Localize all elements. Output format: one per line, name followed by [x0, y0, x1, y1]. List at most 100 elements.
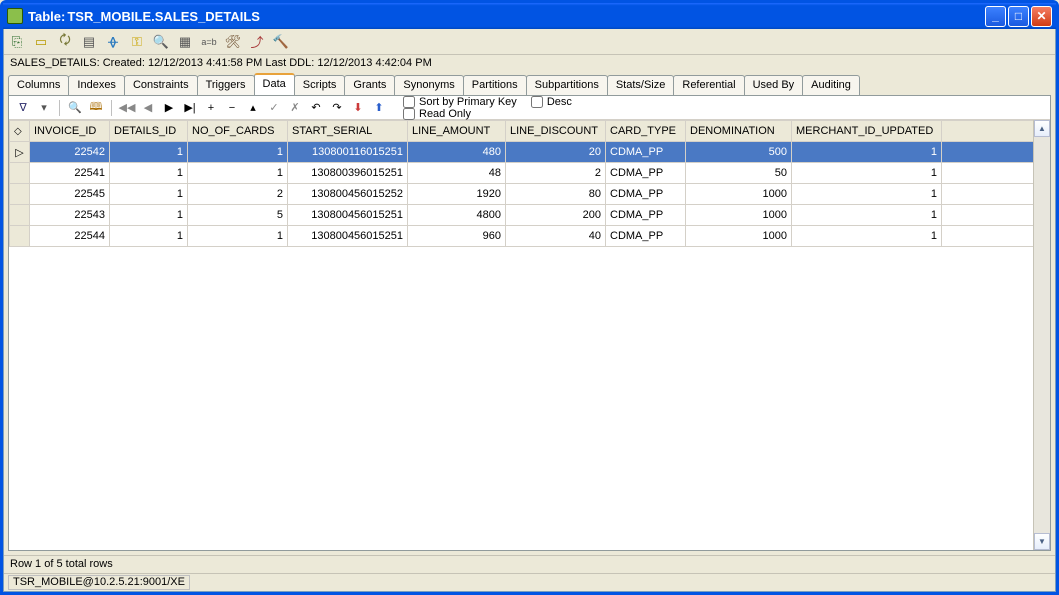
cell[interactable]: CDMA_PP	[606, 226, 686, 247]
column-header-no_of_cards[interactable]: NO_OF_CARDS	[188, 121, 288, 142]
dt-remove-icon[interactable]: −	[224, 100, 240, 116]
cell[interactable]: 1000	[686, 184, 792, 205]
column-header-denomination[interactable]: DENOMINATION	[686, 121, 792, 142]
dt-add-icon[interactable]: +	[203, 100, 219, 116]
column-header-line_amount[interactable]: LINE_AMOUNT	[408, 121, 506, 142]
dt-bookmark-icon[interactable]: 🕮	[88, 100, 104, 116]
cell[interactable]: 48	[408, 163, 506, 184]
tb-relations-icon[interactable]: ᚖ	[104, 33, 122, 51]
tb-build-icon[interactable]: 🔨	[272, 33, 290, 51]
dt-prev-icon[interactable]: ◀	[140, 100, 156, 116]
tab-partitions[interactable]: Partitions	[463, 75, 527, 95]
cell[interactable]: CDMA_PP	[606, 184, 686, 205]
cell[interactable]: 1	[188, 226, 288, 247]
cell[interactable]: 1	[110, 142, 188, 163]
dt-next-icon[interactable]: ▶|	[182, 100, 198, 116]
cell[interactable]: 480	[408, 142, 506, 163]
cell[interactable]: 2	[188, 184, 288, 205]
table-row[interactable]: 2254512130800456015252192080CDMA_PP10001	[10, 184, 1034, 205]
dt-view-icon[interactable]: 🔍	[67, 100, 83, 116]
data-grid[interactable]: ◇INVOICE_IDDETAILS_IDNO_OF_CARDSSTART_SE…	[9, 120, 1033, 247]
cell[interactable]: 1	[792, 142, 942, 163]
cell[interactable]: 1	[110, 163, 188, 184]
sort-by-pk-checkbox[interactable]: Sort by Primary Key	[403, 96, 517, 108]
tb-tools-icon[interactable]: 🛠	[224, 33, 242, 51]
vertical-scrollbar[interactable]: ▲ ▼	[1033, 120, 1050, 550]
tab-synonyms[interactable]: Synonyms	[394, 75, 463, 95]
cell[interactable]: 2	[506, 163, 606, 184]
cell[interactable]: 22542	[30, 142, 110, 163]
column-header-merchant_id_updated[interactable]: MERCHANT_ID_UPDATED	[792, 121, 942, 142]
cell[interactable]: 500	[686, 142, 792, 163]
table-row[interactable]: 22543151308004560152514800200CDMA_PP1000…	[10, 205, 1034, 226]
cell[interactable]: 22545	[30, 184, 110, 205]
dt-commit-icon[interactable]: ✓	[266, 100, 282, 116]
cell[interactable]: 1	[792, 163, 942, 184]
tb-export-icon[interactable]: ⎘	[8, 33, 26, 51]
cell[interactable]: 1	[792, 226, 942, 247]
cell[interactable]: 1920	[408, 184, 506, 205]
cell[interactable]: 1	[110, 184, 188, 205]
maximize-button[interactable]: □	[1008, 6, 1029, 27]
tab-used-by[interactable]: Used By	[744, 75, 804, 95]
row-indicator[interactable]	[10, 226, 30, 247]
cell[interactable]: 130800396015251	[288, 163, 408, 184]
grid-corner[interactable]: ◇	[10, 121, 30, 142]
column-header-details_id[interactable]: DETAILS_ID	[110, 121, 188, 142]
tb-new-icon[interactable]: ▭	[32, 33, 50, 51]
dt-edit-icon[interactable]: ▴	[245, 100, 261, 116]
column-header-line_discount[interactable]: LINE_DISCOUNT	[506, 121, 606, 142]
cell[interactable]: 1000	[686, 226, 792, 247]
tb-search-icon[interactable]: 🔍	[152, 33, 170, 51]
table-row[interactable]: ▷225421113080011601525148020CDMA_PP5001	[10, 142, 1034, 163]
cell[interactable]: 1	[110, 205, 188, 226]
row-indicator[interactable]	[10, 163, 30, 184]
cell[interactable]: 50	[686, 163, 792, 184]
table-row[interactable]: 2254111130800396015251482CDMA_PP501	[10, 163, 1034, 184]
cell[interactable]: 130800456015252	[288, 184, 408, 205]
cell[interactable]: 130800456015251	[288, 226, 408, 247]
cell[interactable]: CDMA_PP	[606, 205, 686, 226]
tb-calc-icon[interactable]: ▦	[176, 33, 194, 51]
tab-data[interactable]: Data	[254, 73, 295, 95]
cell[interactable]: 130800456015251	[288, 205, 408, 226]
tb-refresh-icon[interactable]: 🗘	[56, 33, 74, 51]
dt-redo-icon[interactable]: ↷	[329, 100, 345, 116]
cell[interactable]: 1	[188, 142, 288, 163]
cell[interactable]: 20	[506, 142, 606, 163]
tab-constraints[interactable]: Constraints	[124, 75, 198, 95]
cell[interactable]: 5	[188, 205, 288, 226]
row-indicator[interactable]	[10, 205, 30, 226]
cell[interactable]: 22541	[30, 163, 110, 184]
close-button[interactable]: ✕	[1031, 6, 1052, 27]
cell[interactable]: 80	[506, 184, 606, 205]
tab-subpartitions[interactable]: Subpartitions	[526, 75, 608, 95]
cell[interactable]: 22544	[30, 226, 110, 247]
minimize-button[interactable]: _	[985, 6, 1006, 27]
cell[interactable]: 1	[110, 226, 188, 247]
column-header-card_type[interactable]: CARD_TYPE	[606, 121, 686, 142]
dt-filter-icon[interactable]: ∇	[15, 100, 31, 116]
dt-fetch-up-icon[interactable]: ⬆	[371, 100, 387, 116]
cell[interactable]: 130800116015251	[288, 142, 408, 163]
tb-rename-icon[interactable]: a=b	[200, 33, 218, 51]
scroll-up-button[interactable]: ▲	[1034, 120, 1050, 137]
cell[interactable]: 22543	[30, 205, 110, 226]
dt-first-icon[interactable]: ◀◀	[119, 100, 135, 116]
dt-fetch-down-icon[interactable]: ⬇	[350, 100, 366, 116]
dt-cancel-icon[interactable]: ✗	[287, 100, 303, 116]
cell[interactable]: CDMA_PP	[606, 163, 686, 184]
cell[interactable]: CDMA_PP	[606, 142, 686, 163]
tab-grants[interactable]: Grants	[344, 75, 395, 95]
cell[interactable]: 960	[408, 226, 506, 247]
dt-play-icon[interactable]: ▶	[161, 100, 177, 116]
cell[interactable]: 1	[792, 184, 942, 205]
column-header-start_serial[interactable]: START_SERIAL	[288, 121, 408, 142]
cell[interactable]: 200	[506, 205, 606, 226]
cell[interactable]: 4800	[408, 205, 506, 226]
tab-indexes[interactable]: Indexes	[68, 75, 125, 95]
desc-checkbox[interactable]: Desc	[531, 96, 572, 108]
tab-scripts[interactable]: Scripts	[294, 75, 346, 95]
dt-undo-icon[interactable]: ↶	[308, 100, 324, 116]
row-indicator[interactable]: ▷	[10, 142, 30, 163]
